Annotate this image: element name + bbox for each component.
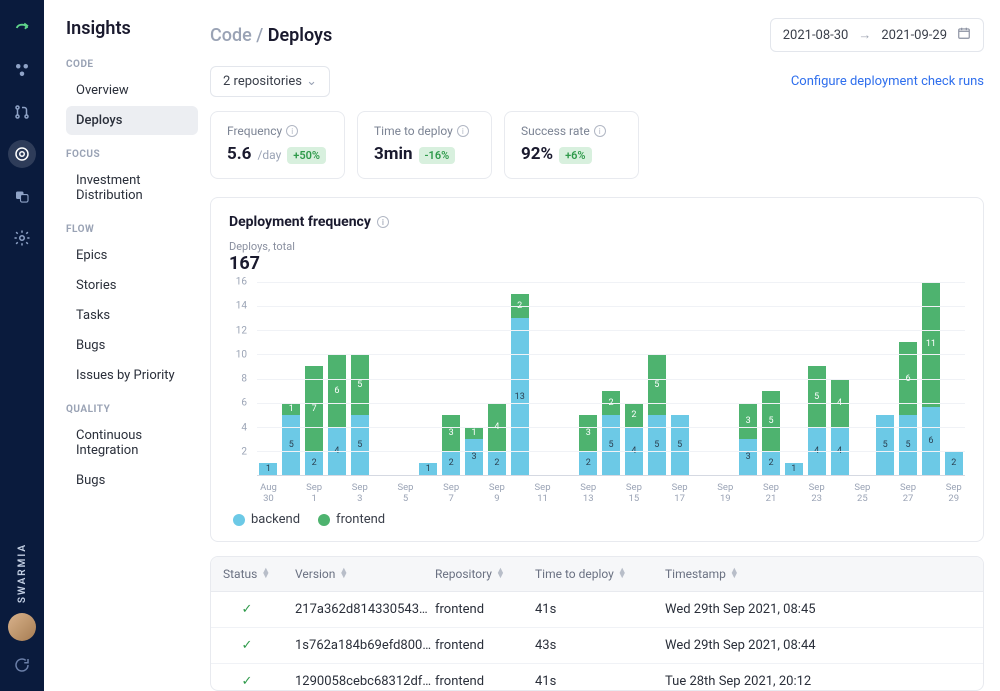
configure-check-runs-link[interactable]: Configure deployment check runs: [791, 74, 984, 89]
sidebar-item-stories[interactable]: Stories: [66, 271, 198, 300]
chart-legend: backend frontend: [229, 512, 965, 527]
legend-backend[interactable]: backend: [233, 512, 300, 527]
date-to: 2021-09-29: [881, 28, 947, 43]
app-rail: SWARMIA: [0, 0, 44, 691]
status-ok-icon: ✓: [211, 628, 283, 663]
cell-time-to-deploy: 43s: [523, 628, 653, 663]
cell-version: 1s762a184b69efd800…: [283, 628, 423, 663]
cell-timestamp: Wed 29th Sep 2021, 08:45: [653, 592, 983, 627]
nav-pr-icon[interactable]: [8, 98, 36, 126]
y-axis: 246810121416: [229, 282, 253, 476]
logo-icon[interactable]: [8, 14, 36, 42]
breadcrumb-parent[interactable]: Code: [210, 25, 252, 46]
cell-time-to-deploy: 41s: [523, 592, 653, 627]
brand-wordmark: SWARMIA: [17, 543, 28, 603]
nav-boards-icon[interactable]: [8, 182, 36, 210]
status-ok-icon: ✓: [211, 664, 283, 691]
metrics-row: Frequencyi 5.6/day+50%Time to deployi 3m…: [210, 111, 984, 179]
date-from: 2021-08-30: [783, 28, 849, 43]
nav-settings-icon[interactable]: [8, 224, 36, 252]
sidebar-item-deploys[interactable]: Deploys: [66, 106, 198, 135]
cell-version: 1290058cebc68312df…: [283, 664, 423, 691]
calendar-icon: [957, 26, 971, 44]
th-repository[interactable]: Repository▲▼: [423, 557, 523, 591]
info-icon[interactable]: i: [457, 125, 469, 137]
cell-repository: frontend: [423, 628, 523, 663]
date-range-picker[interactable]: 2021-08-30 → 2021-09-29: [770, 18, 984, 52]
insights-sidebar: Insights CODE OverviewDeploys FOCUS Investm…: [44, 0, 210, 691]
table-row[interactable]: ✓ 217a362d814330543… frontend 41s Wed 29…: [211, 592, 983, 628]
table-body: ✓ 217a362d814330543… frontend 41s Wed 29…: [211, 592, 983, 691]
deployment-frequency-card: Deployment frequency i Deploys, total 16…: [210, 197, 984, 542]
info-icon[interactable]: i: [594, 125, 606, 137]
sidebar-section-label: FOCUS: [66, 149, 198, 160]
cell-version: 217a362d814330543…: [283, 592, 423, 627]
topbar: Code / Deploys 2021-08-30 → 2021-09-29: [210, 18, 984, 52]
sidebar-item-tasks[interactable]: Tasks: [66, 301, 198, 330]
cell-timestamp: Wed 29th Sep 2021, 08:44: [653, 628, 983, 663]
metric-success-rate[interactable]: Success ratei 92%+6%: [504, 111, 639, 179]
sidebar-item-issues-by-priority[interactable]: Issues by Priority: [66, 361, 198, 390]
sort-icon: ▲▼: [496, 569, 505, 579]
info-icon[interactable]: i: [377, 216, 389, 228]
sort-icon: ▲▼: [618, 569, 627, 579]
nav-insights-icon[interactable]: [8, 140, 36, 168]
breadcrumb-current: Deploys: [268, 25, 332, 46]
table-row[interactable]: ✓ 1290058cebc68312df… frontend 41s Tue 2…: [211, 664, 983, 691]
sidebar-item-bugs[interactable]: Bugs: [66, 466, 198, 495]
info-icon[interactable]: i: [286, 125, 298, 137]
table-row[interactable]: ✓ 1s762a184b69efd800… frontend 43s Wed 2…: [211, 628, 983, 664]
sidebar-item-epics[interactable]: Epics: [66, 241, 198, 270]
sidebar-item-bugs[interactable]: Bugs: [66, 331, 198, 360]
x-axis: Aug 30Sep 1Sep 3Sep 5Sep 7Sep 9Sep 11Sep…: [257, 476, 965, 502]
th-time-to-deploy[interactable]: Time to deploy▲▼: [523, 557, 653, 591]
sidebar-item-continuous-integration[interactable]: Continuous Integration: [66, 421, 198, 465]
legend-frontend[interactable]: frontend: [318, 512, 385, 527]
cell-timestamp: Tue 28th Sep 2021, 20:12: [653, 664, 983, 691]
cell-repository: frontend: [423, 592, 523, 627]
sort-icon: ▲▼: [261, 569, 270, 579]
sort-icon: ▲▼: [339, 569, 348, 579]
chart-subtitle: Deploys, total: [229, 240, 965, 253]
chart-plot: 1512746551233124132235242555332514544556…: [257, 282, 965, 476]
th-status[interactable]: Status▲▼: [211, 557, 283, 591]
cell-repository: frontend: [423, 664, 523, 691]
status-ok-icon: ✓: [211, 592, 283, 627]
cell-time-to-deploy: 41s: [523, 664, 653, 691]
sidebar-section-label: CODE: [66, 59, 198, 70]
metric-frequency[interactable]: Frequencyi 5.6/day+50%: [210, 111, 345, 179]
table-header: Status▲▼Version▲▼Repository▲▼Time to dep…: [211, 557, 983, 592]
sync-icon[interactable]: [8, 651, 36, 679]
sidebar-item-investment-distribution[interactable]: Investment Distribution: [66, 166, 198, 210]
sidebar-section-label: QUALITY: [66, 404, 198, 415]
sort-icon: ▲▼: [730, 569, 739, 579]
metric-time-to-deploy[interactable]: Time to deployi 3min-16%: [357, 111, 492, 179]
main-content: Code / Deploys 2021-08-30 → 2021-09-29 2…: [210, 0, 1000, 691]
breadcrumb: Code / Deploys: [210, 25, 332, 46]
user-avatar[interactable]: [8, 613, 36, 641]
th-version[interactable]: Version▲▼: [283, 557, 423, 591]
sidebar-section-label: FLOW: [66, 224, 198, 235]
repository-selector[interactable]: 2 repositories ⌄: [210, 66, 330, 97]
chart-title: Deployment frequency i: [229, 214, 965, 230]
page-title: Insights: [66, 18, 198, 39]
sidebar-item-overview[interactable]: Overview: [66, 76, 198, 105]
nav-home-icon[interactable]: [8, 56, 36, 84]
chart-total: 167: [229, 253, 965, 274]
deploys-table: Status▲▼Version▲▼Repository▲▼Time to dep…: [210, 556, 984, 691]
chevron-down-icon: ⌄: [306, 74, 317, 89]
arrow-right-icon: →: [858, 27, 871, 43]
th-timestamp[interactable]: Timestamp▲▼: [653, 557, 983, 591]
chart-body: 246810121416 151274655123312413223524255…: [257, 282, 965, 502]
